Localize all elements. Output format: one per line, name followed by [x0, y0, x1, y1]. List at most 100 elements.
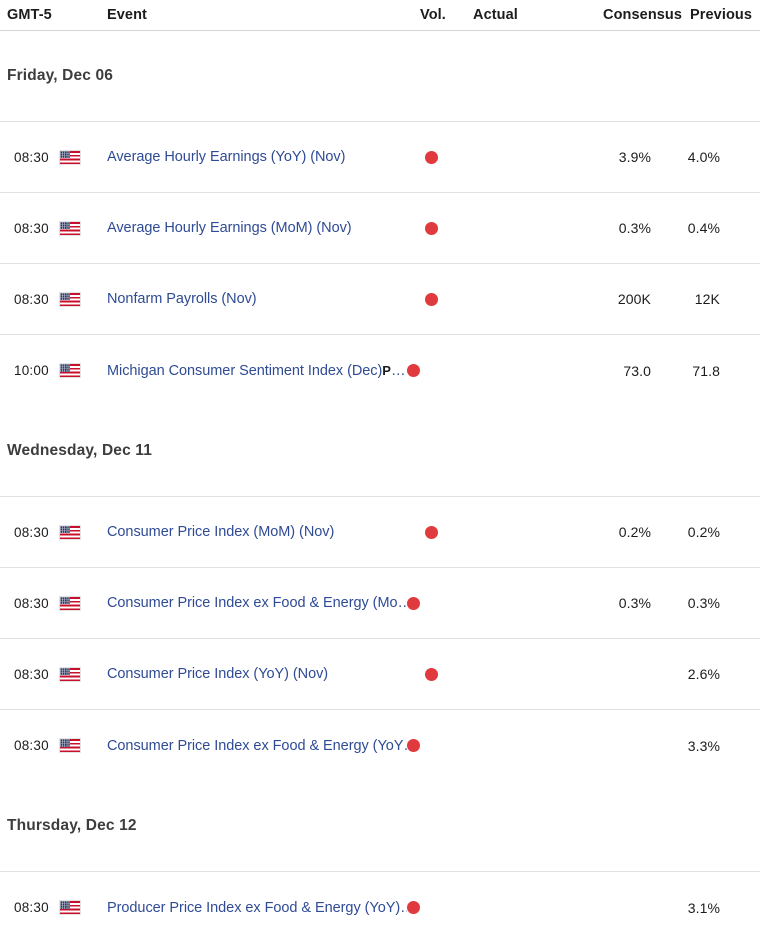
event-link[interactable]: Consumer Price Index (YoY) (Nov) — [107, 666, 328, 682]
economic-calendar: GMT-5 Event Vol. Actual Consensus Previo… — [0, 0, 760, 943]
previous-value: 4.0% — [687, 149, 720, 165]
event-name-cell: Consumer Price Index ex Food & Energy (M… — [107, 595, 407, 611]
volatility-high-dot-icon — [407, 596, 420, 610]
event-time: 08:30 — [14, 666, 49, 682]
consensus-value: 3.9% — [618, 149, 651, 165]
column-header-previous: Previous — [690, 7, 753, 23]
table-row[interactable]: 08:30 Nonfarm Payrolls (Nov) 200K 12K — [0, 264, 760, 335]
volatility-high-dot-icon — [425, 525, 438, 539]
event-revision-badge: P — [382, 363, 391, 378]
event-time-cell: 08:30 — [0, 149, 107, 165]
flag-canton — [60, 739, 70, 747]
event-text-ellipsis: … — [390, 362, 406, 379]
event-time: 08:30 — [14, 595, 49, 611]
column-header-actual: Actual — [473, 7, 518, 23]
event-name-cell: Average Hourly Earnings (MoM) (Nov) — [107, 220, 420, 236]
table-row[interactable]: 08:30 Consumer Price Index ex Food & Ener… — [0, 710, 760, 781]
date-group-label: Wednesday, Dec 11 — [7, 442, 152, 459]
us-flag-icon — [59, 220, 81, 236]
previous-value: 3.1% — [687, 899, 720, 916]
event-time-cell: 08:30 — [0, 738, 107, 753]
event-name-cell: Consumer Price Index ex Food & Energy (Y… — [107, 738, 407, 754]
event-time: 08:30 — [14, 738, 49, 753]
previous-value: 12K — [694, 291, 720, 307]
volatility-high-dot-icon — [425, 292, 438, 306]
event-time: 08:30 — [14, 524, 49, 540]
previous-value: 0.2% — [687, 524, 720, 540]
table-row[interactable]: 08:30 Consumer Price Index ex Food & Ener… — [0, 568, 760, 639]
column-header-consensus: Consensus — [603, 7, 683, 23]
volatility-cell — [407, 364, 473, 377]
event-name-cell: Consumer Price Index (MoM) (Nov) — [107, 524, 420, 540]
event-link[interactable]: Consumer Price Index (MoM) (Nov) — [107, 524, 334, 540]
consensus-value: 0.3% — [618, 220, 651, 236]
table-row[interactable]: 08:30 Producer Price Index ex Food & Ener… — [0, 872, 760, 943]
date-group-header: Friday, Dec 06 — [0, 31, 760, 122]
event-link[interactable]: Consumer Price Index ex Food & Energy (Y… — [107, 738, 403, 754]
event-link[interactable]: Average Hourly Earnings (MoM) (Nov) — [107, 220, 352, 236]
volatility-cell — [420, 525, 473, 539]
us-flag-icon — [59, 900, 81, 915]
event-time-cell: 08:30 — [0, 220, 107, 236]
table-row[interactable]: 10:00 Michigan Consumer Sentiment Index (… — [0, 335, 760, 406]
consensus-value: 0.3% — [618, 595, 651, 611]
event-link[interactable]: Consumer Price Index ex Food & Energy (M… — [107, 595, 398, 611]
volatility-high-dot-icon — [407, 739, 420, 752]
flag-canton — [60, 150, 70, 158]
flag-canton — [60, 901, 70, 909]
flag-canton — [60, 596, 70, 604]
date-group-label: Friday, Dec 06 — [7, 67, 114, 84]
event-time-cell: 08:30 — [0, 291, 107, 307]
event-text-ellipsis: … — [398, 595, 408, 611]
column-header-timezone: GMT-5 — [7, 7, 52, 23]
table-row[interactable]: 08:30 Consumer Price Index (YoY) (Nov) 2.6… — [0, 639, 760, 710]
event-link[interactable]: Nonfarm Payrolls (Nov) — [107, 291, 257, 307]
event-name-cell: Nonfarm Payrolls (Nov) — [107, 291, 420, 307]
previous-value: 0.4% — [687, 220, 720, 236]
volatility-cell — [420, 221, 473, 235]
volatility-cell — [407, 596, 473, 610]
event-link[interactable]: Michigan Consumer Sentiment Index (Dec) — [107, 363, 382, 379]
flag-canton — [60, 221, 70, 229]
date-group-header: Wednesday, Dec 11 — [0, 406, 760, 497]
date-group: Thursday, Dec 12 08:30 Producer Price Inde… — [0, 781, 760, 943]
date-group: Wednesday, Dec 11 08:30 Consumer Price Ind… — [0, 406, 760, 781]
event-time: 08:30 — [14, 900, 49, 915]
us-flag-icon — [59, 524, 81, 540]
calendar-body: Friday, Dec 06 08:30 Average Hourly Earnin… — [0, 31, 760, 943]
flag-canton — [60, 525, 70, 533]
table-row[interactable]: 08:30 Average Hourly Earnings (MoM) (Nov)… — [0, 193, 760, 264]
event-time: 08:30 — [14, 291, 49, 307]
column-header-event: Event — [107, 7, 147, 23]
event-name-cell: Michigan Consumer Sentiment Index (Dec) P… — [107, 363, 407, 379]
volatility-cell — [407, 901, 473, 914]
table-row[interactable]: 08:30 Average Hourly Earnings (YoY) (Nov)… — [0, 122, 760, 193]
table-row[interactable]: 08:30 Consumer Price Index (MoM) (Nov) 0.2… — [0, 497, 760, 568]
flag-canton — [60, 292, 70, 300]
volatility-high-dot-icon — [407, 364, 420, 377]
column-header-volatility: Vol. — [420, 7, 446, 23]
us-flag-icon — [59, 666, 81, 682]
flag-canton — [60, 667, 70, 675]
us-flag-icon — [59, 291, 81, 307]
event-time-cell: 08:30 — [0, 900, 107, 915]
calendar-column-headers: GMT-5 Event Vol. Actual Consensus Previo… — [0, 0, 760, 31]
event-time: 08:30 — [14, 220, 49, 236]
event-name-cell: Consumer Price Index (YoY) (Nov) — [107, 666, 420, 682]
date-group-label: Thursday, Dec 12 — [7, 817, 137, 834]
volatility-cell — [420, 667, 473, 681]
event-time-cell: 08:30 — [0, 595, 107, 611]
event-name-cell: Producer Price Index ex Food & Energy (Y… — [107, 900, 407, 916]
event-text-ellipsis: … — [400, 900, 407, 916]
volatility-cell — [407, 739, 473, 752]
event-time-cell: 08:30 — [0, 666, 107, 682]
us-flag-icon — [59, 363, 81, 378]
volatility-high-dot-icon — [407, 901, 420, 914]
event-name-cell: Average Hourly Earnings (YoY) (Nov) — [107, 149, 420, 165]
event-link[interactable]: Producer Price Index ex Food & Energy (Y… — [107, 900, 400, 916]
us-flag-icon — [59, 595, 81, 611]
previous-value: 0.3% — [687, 595, 720, 611]
us-flag-icon — [59, 738, 81, 753]
event-link[interactable]: Average Hourly Earnings (YoY) (Nov) — [107, 149, 345, 165]
volatility-high-dot-icon — [425, 667, 438, 681]
